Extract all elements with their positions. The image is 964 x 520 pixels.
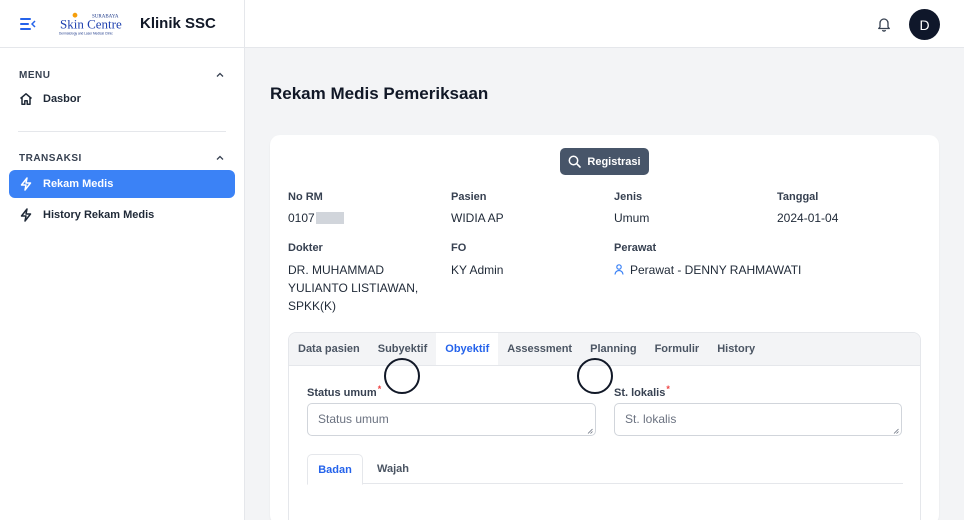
dokter-value-line-1: DR. MUHAMMAD (288, 263, 384, 277)
fo-label: FO (451, 242, 467, 254)
tab-history[interactable]: History (708, 333, 764, 365)
transaksi-section-title: TRANSAKSI (19, 152, 82, 164)
st-lokalis-label: St. lokalis* (614, 384, 670, 399)
subtab-wajah[interactable]: Wajah (373, 454, 413, 484)
search-icon (568, 155, 582, 168)
topbar: D (245, 0, 964, 48)
tanggal-value: 2024-01-04 (777, 211, 839, 225)
avatar[interactable]: D (909, 9, 940, 40)
resize-grip-icon[interactable] (893, 428, 899, 434)
jenis-value: Umum (614, 211, 650, 225)
body-map-subtabs: Badan Wajah (307, 454, 903, 485)
brand-bar: SURABAYA Skin Centre Dermatology and Las… (0, 0, 244, 48)
subtab-badan[interactable]: Badan (307, 454, 363, 485)
sidebar: SURABAYA Skin Centre Dermatology and Las… (0, 0, 245, 520)
user-icon (614, 264, 624, 275)
perawat-label: Perawat (614, 242, 657, 254)
menu-toggle-icon[interactable] (20, 17, 36, 31)
pasien-value: WIDIA AP (451, 211, 504, 225)
menu-section: MENU Dasbor (0, 68, 244, 113)
transaksi-section: TRANSAKSI Rekam Medis History Rekam Medi… (0, 151, 244, 229)
tab-assessment[interactable]: Assessment (498, 333, 581, 365)
clinic-logo: SURABAYA Skin Centre Dermatology and Las… (59, 12, 122, 35)
jenis-label: Jenis (614, 191, 643, 203)
sidebar-item-label: Rekam Medis (43, 178, 114, 190)
pasien-label: Pasien (451, 191, 487, 203)
resize-grip-icon[interactable] (587, 428, 593, 434)
sidebar-divider (18, 131, 226, 132)
tab-formulir[interactable]: Formulir (646, 333, 709, 365)
bell-icon[interactable] (877, 16, 891, 32)
registrasi-button[interactable]: Registrasi (560, 148, 649, 175)
chevron-up-icon (216, 155, 224, 160)
sidebar-item-label: Dasbor (43, 93, 81, 105)
bolt-icon (20, 177, 32, 191)
sidebar-item-dasbor[interactable]: Dasbor (9, 85, 235, 113)
body-figure-head-back[interactable] (577, 358, 613, 394)
status-umum-input[interactable] (307, 403, 596, 436)
sidebar-item-label: History Rekam Medis (43, 209, 155, 221)
body-figure-head-front[interactable] (384, 358, 420, 394)
no-rm-value: 0107 (288, 209, 344, 227)
redacted-block (315, 212, 344, 224)
app-title: Klinik SSC (140, 15, 216, 32)
chevron-up-icon (216, 72, 224, 77)
dokter-value-line-2: YULIANTO LISTIAWAN, (288, 281, 419, 295)
status-umum-label: Status umum* (307, 384, 382, 399)
dokter-label: Dokter (288, 242, 323, 254)
perawat-value: Perawat - DENNY RAHMAWATI (614, 261, 801, 279)
menu-section-title: MENU (19, 69, 51, 81)
registrasi-label: Registrasi (587, 155, 641, 168)
no-rm-label: No RM (288, 191, 323, 203)
menu-section-header[interactable]: MENU (9, 68, 235, 82)
transaksi-section-header[interactable]: TRANSAKSI (9, 151, 235, 165)
sidebar-item-rekam-medis[interactable]: Rekam Medis (9, 170, 235, 198)
record-card: Registrasi No RM 0107 Pasien WIDIA AP Je… (270, 135, 939, 520)
fo-value: KY Admin (451, 263, 504, 277)
svg-text:Skin Centre: Skin Centre (60, 16, 122, 31)
dokter-value-line-3: SPKK(K) (288, 299, 337, 313)
bolt-icon (20, 208, 32, 222)
sidebar-item-history-rekam-medis[interactable]: History Rekam Medis (9, 201, 235, 229)
tab-data-pasien[interactable]: Data pasien (289, 333, 369, 365)
tab-obyektif[interactable]: Obyektif (436, 333, 499, 365)
home-icon (20, 93, 32, 106)
st-lokalis-input[interactable] (614, 403, 902, 436)
tanggal-label: Tanggal (777, 191, 819, 203)
svg-text:Dermatology and Laser Medical: Dermatology and Laser Medical Clinic (59, 31, 113, 35)
page-title: Rekam Medis Pemeriksaan (270, 84, 489, 103)
